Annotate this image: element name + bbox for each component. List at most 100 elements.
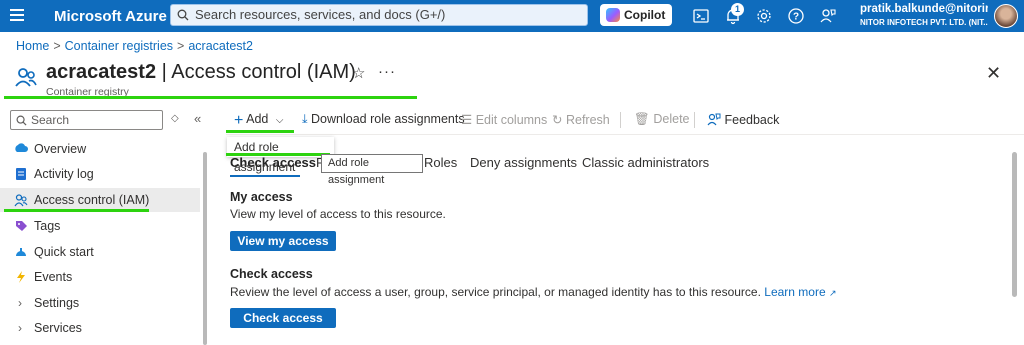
sidebar-item-events[interactable]: Events xyxy=(0,265,200,289)
sidebar-item-label: Quick start xyxy=(34,245,94,259)
columns-icon: ☰ xyxy=(461,113,473,127)
tag-icon xyxy=(16,221,27,231)
menu-item-add-role-assignment[interactable]: Add role assignment xyxy=(234,140,295,174)
chevron-right-icon: › xyxy=(18,321,22,335)
external-link-icon: ↗ xyxy=(829,288,837,298)
activity-log-icon xyxy=(16,168,26,180)
sidebar-item-services[interactable]: › Services xyxy=(0,316,200,340)
feedback-label: Feedback xyxy=(724,113,780,127)
download-role-assignments-button[interactable]: ⤓ Download role assignments xyxy=(302,112,465,127)
svg-text:?: ? xyxy=(793,12,799,23)
brand-title[interactable]: Microsoft Azure xyxy=(54,8,167,25)
chevron-down-icon: ⌵ xyxy=(275,115,284,126)
tab-classic-administrators[interactable]: Classic administrators xyxy=(582,155,709,170)
user-account[interactable]: pratik.balkunde@nitorin... NITOR INFOTEC… xyxy=(860,3,988,29)
overview-icon xyxy=(15,143,28,152)
toolbar-divider xyxy=(226,134,1024,135)
trash-icon: 🗑 xyxy=(634,112,650,126)
refresh-label: Refresh xyxy=(565,113,610,127)
sidebar-item-overview[interactable]: Overview xyxy=(0,137,200,161)
sidebar-item-quick-start[interactable]: Quick start xyxy=(0,240,200,264)
quick-start-icon xyxy=(16,248,26,256)
sidebar-item-label: Access control (IAM) xyxy=(34,193,150,207)
sidebar-item-label: Overview xyxy=(34,142,87,156)
tooltip: Add role assignment xyxy=(321,154,423,186)
sort-icon[interactable]: ◇ xyxy=(171,113,179,124)
main-scrollbar[interactable] xyxy=(1012,152,1017,297)
help-icon[interactable]: ? xyxy=(787,7,805,25)
sidebar-item-activity-log[interactable]: Activity log xyxy=(0,162,200,186)
plus-icon: + xyxy=(234,112,244,129)
global-search-placeholder: Search resources, services, and docs (G+… xyxy=(195,7,446,22)
cloud-shell-icon[interactable] xyxy=(692,7,710,25)
user-org: NITOR INFOTECH PVT. LTD. (NIT... xyxy=(860,18,988,27)
breadcrumb-separator: > xyxy=(177,39,185,53)
more-options-icon[interactable]: ··· xyxy=(378,63,396,80)
copilot-button[interactable]: Copilot xyxy=(600,4,672,26)
settings-icon[interactable] xyxy=(755,7,773,25)
breadcrumb: Home > Container registries > acracatest2 xyxy=(16,39,253,53)
search-icon xyxy=(16,115,27,126)
highlight-underline xyxy=(226,153,330,156)
top-bar: Microsoft Azure Search resources, servic… xyxy=(0,0,1024,32)
sidebar-item-tags[interactable]: Tags xyxy=(0,214,200,238)
add-button[interactable]: + Add ⌵ xyxy=(234,112,283,130)
delete-label: Delete xyxy=(653,112,690,126)
feedback-icon[interactable] xyxy=(819,7,837,25)
resource-name: acracatest2 xyxy=(46,61,157,83)
breadcrumb-resource[interactable]: acracatest2 xyxy=(188,39,253,53)
sidebar-scrollbar[interactable] xyxy=(203,152,207,345)
refresh-icon: ↻ xyxy=(552,113,563,127)
close-icon[interactable]: ✕ xyxy=(986,63,1001,84)
global-search-input[interactable]: Search resources, services, and docs (G+… xyxy=(170,4,588,26)
highlight-underline xyxy=(226,130,294,133)
sidebar-search-input[interactable]: Search xyxy=(10,110,163,130)
iam-icon xyxy=(15,68,37,87)
add-label: Add xyxy=(246,112,269,126)
view-my-access-button[interactable]: View my access xyxy=(230,231,336,251)
user-email: pratik.balkunde@nitorin... xyxy=(860,3,988,15)
sidebar-item-label: Activity log xyxy=(34,167,94,181)
learn-more-link[interactable]: Learn more xyxy=(764,285,825,299)
copilot-label: Copilot xyxy=(624,8,666,22)
favorite-star-icon[interactable]: ☆ xyxy=(352,64,365,82)
toolbar-divider xyxy=(620,112,621,128)
events-icon xyxy=(17,271,25,283)
search-icon xyxy=(177,9,189,21)
check-access-description: Review the level of access a user, group… xyxy=(230,285,837,299)
refresh-button[interactable]: ↻ Refresh xyxy=(552,112,610,127)
avatar[interactable] xyxy=(994,4,1018,28)
chevron-right-icon: › xyxy=(18,296,22,310)
breadcrumb-home[interactable]: Home xyxy=(16,39,49,53)
my-access-description: View my level of access to this resource… xyxy=(230,207,446,221)
highlight-underline xyxy=(4,96,417,99)
edit-columns-button[interactable]: ☰ Edit columns xyxy=(461,112,547,127)
sidebar-item-label: Events xyxy=(34,270,73,284)
collapse-sidebar-icon[interactable]: « xyxy=(194,111,201,126)
breadcrumb-container-registries[interactable]: Container registries xyxy=(65,39,173,53)
copilot-icon xyxy=(606,8,620,22)
download-icon: ⤓ xyxy=(302,112,308,126)
sidebar-item-label: Services xyxy=(34,321,82,335)
breadcrumb-separator: > xyxy=(53,39,61,53)
check-access-button[interactable]: Check access xyxy=(230,308,336,328)
notification-badge: 1 xyxy=(731,3,744,16)
check-access-heading: Check access xyxy=(230,267,313,281)
sidebar-item-label: Settings xyxy=(34,296,80,310)
page-name: | Access control (IAM) xyxy=(161,61,356,83)
edit-columns-label: Edit columns xyxy=(475,113,548,127)
toolbar-divider xyxy=(694,112,695,128)
tab-deny-assignments[interactable]: Deny assignments xyxy=(470,155,577,170)
page-title: acracatest2 | Access control (IAM) xyxy=(46,61,356,84)
tab-roles[interactable]: Roles xyxy=(424,155,457,170)
feedback-icon xyxy=(707,113,721,126)
hamburger-icon[interactable] xyxy=(10,9,24,23)
delete-button[interactable]: 🗑 Delete xyxy=(634,112,690,127)
sidebar-search-placeholder: Search xyxy=(31,113,70,127)
my-access-heading: My access xyxy=(230,190,293,204)
download-label: Download role assignments xyxy=(311,112,465,126)
highlight-underline xyxy=(4,209,149,212)
sidebar-item-settings[interactable]: › Settings xyxy=(0,291,200,315)
feedback-button[interactable]: Feedback xyxy=(707,112,779,127)
check-access-text: Review the level of access a user, group… xyxy=(230,285,761,299)
